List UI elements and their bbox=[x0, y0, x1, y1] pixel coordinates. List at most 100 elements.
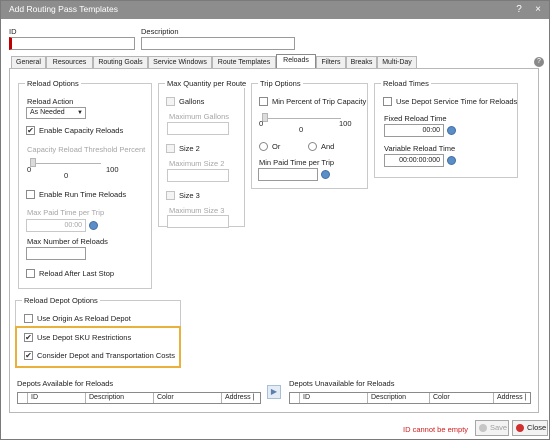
column-color[interactable]: Color bbox=[154, 393, 222, 403]
size2-checkbox[interactable]: Size 2 bbox=[166, 144, 200, 153]
max-gallons-field[interactable] bbox=[167, 122, 229, 135]
info-icon[interactable]: ? bbox=[534, 57, 544, 67]
use-depot-time-label: Use Depot Service Time for Reloads bbox=[396, 97, 518, 106]
checkbox-icon bbox=[259, 97, 268, 106]
column-address[interactable]: Address | bbox=[222, 393, 260, 403]
fixed-reload-field[interactable]: 00:00 bbox=[384, 124, 444, 137]
reload-action-value: As Needed bbox=[30, 109, 65, 116]
checkbox-icon bbox=[24, 314, 33, 323]
reload-times-title: Reload Times bbox=[381, 79, 431, 88]
dialog-window: Add Routing Pass Templates ? × ID Descri… bbox=[0, 0, 550, 440]
window-title: Add Routing Pass Templates bbox=[9, 4, 118, 14]
reload-options-title: Reload Options bbox=[25, 79, 81, 88]
column-description[interactable]: Description bbox=[368, 393, 430, 403]
max-paid-time-label: Max Paid Time per Trip bbox=[27, 208, 105, 217]
max-quantity-title: Max Quantity per Route bbox=[165, 79, 249, 88]
depots-unavailable-title: Depots Unavailable for Reloads bbox=[289, 379, 395, 388]
use-origin-label: Use Origin As Reload Depot bbox=[37, 314, 131, 323]
checkbox-checked-icon: ✔ bbox=[24, 333, 33, 342]
variable-reload-field[interactable]: 00:00:00:000 bbox=[384, 154, 444, 167]
help-icon[interactable]: ? bbox=[513, 4, 525, 16]
fixed-reload-label: Fixed Reload Time bbox=[384, 114, 447, 123]
size2-label: Size 2 bbox=[179, 144, 200, 153]
capacity-threshold-label: Capacity Reload Threshold Percent bbox=[27, 145, 146, 154]
enable-capacity-label: Enable Capacity Reloads bbox=[39, 126, 124, 135]
close-button[interactable]: Close bbox=[512, 420, 548, 436]
trip-slider-min: 0 bbox=[259, 119, 264, 128]
reload-after-last-checkbox[interactable]: Reload After Last Stop bbox=[26, 269, 114, 278]
min-percent-checkbox[interactable]: Min Percent of Trip Capacity bbox=[259, 97, 366, 106]
gallons-label: Gallons bbox=[179, 97, 205, 106]
size3-label: Size 3 bbox=[179, 191, 200, 200]
or-label: Or bbox=[272, 142, 281, 151]
checkbox-icon bbox=[166, 97, 175, 106]
capacity-slider-max: 100 bbox=[106, 165, 119, 174]
trip-slider-value: 0 bbox=[299, 125, 304, 134]
chevron-down-icon: ▼ bbox=[77, 110, 83, 116]
header-spacer bbox=[18, 393, 28, 403]
max-paid-time-field[interactable]: 00:00 bbox=[26, 219, 86, 232]
depots-unavailable-header: ID Description Color Address | bbox=[289, 392, 531, 404]
id-label: ID bbox=[9, 27, 17, 36]
capacity-slider-track[interactable] bbox=[31, 163, 101, 164]
column-id[interactable]: ID bbox=[300, 393, 368, 403]
max-size2-field[interactable] bbox=[167, 169, 229, 182]
min-percent-label: Min Percent of Trip Capacity bbox=[272, 97, 367, 106]
trip-slider-track[interactable] bbox=[263, 118, 341, 119]
use-sku-checkbox[interactable]: ✔ Use Depot SKU Restrictions bbox=[24, 333, 131, 342]
column-address[interactable]: Address | bbox=[494, 393, 530, 403]
tab-reloads[interactable]: Reloads bbox=[276, 54, 316, 69]
checkbox-icon bbox=[166, 144, 175, 153]
description-field[interactable] bbox=[141, 37, 295, 50]
clock-icon[interactable] bbox=[89, 221, 98, 230]
capacity-slider-value: 0 bbox=[64, 171, 69, 180]
close-icon[interactable]: × bbox=[532, 4, 544, 16]
use-depot-time-checkbox[interactable]: Use Depot Service Time for Reloads bbox=[383, 97, 517, 106]
checkbox-checked-icon: ✔ bbox=[24, 351, 33, 360]
max-reloads-label: Max Number of Reloads bbox=[27, 237, 108, 246]
depots-available-header: ID Description Color Address | bbox=[17, 392, 261, 404]
checkbox-icon bbox=[26, 269, 35, 278]
gallons-checkbox[interactable]: Gallons bbox=[166, 97, 204, 106]
close-circle-icon bbox=[516, 424, 524, 432]
reload-after-last-label: Reload After Last Stop bbox=[39, 269, 115, 278]
trip-slider-max: 100 bbox=[339, 119, 352, 128]
min-paid-time-label: Min Paid Time per Trip bbox=[259, 158, 335, 167]
title-bar[interactable]: Add Routing Pass Templates ? × bbox=[1, 1, 549, 19]
column-color[interactable]: Color bbox=[430, 393, 494, 403]
clock-icon[interactable] bbox=[447, 126, 456, 135]
clock-icon[interactable] bbox=[321, 170, 330, 179]
and-radio[interactable]: And bbox=[308, 142, 334, 151]
id-field[interactable] bbox=[9, 37, 135, 50]
enable-runtime-checkbox[interactable]: Enable Run Time Reloads bbox=[26, 190, 126, 199]
description-label: Description bbox=[141, 27, 179, 36]
clock-icon[interactable] bbox=[447, 156, 456, 165]
reload-action-select[interactable]: As Needed ▼ bbox=[26, 107, 86, 119]
save-icon bbox=[479, 424, 487, 432]
move-right-icon[interactable]: ▶ bbox=[267, 385, 281, 399]
save-button[interactable]: Save bbox=[475, 420, 509, 436]
column-id[interactable]: ID bbox=[28, 393, 86, 403]
error-message: ID cannot be empty bbox=[403, 425, 469, 434]
max-size3-field[interactable] bbox=[167, 215, 229, 228]
trip-options-title: Trip Options bbox=[258, 79, 303, 88]
enable-runtime-label: Enable Run Time Reloads bbox=[39, 190, 127, 199]
checkbox-icon bbox=[26, 190, 35, 199]
save-label: Save bbox=[490, 423, 508, 432]
min-paid-time-field[interactable] bbox=[258, 168, 318, 181]
enable-capacity-checkbox[interactable]: ✔ Enable Capacity Reloads bbox=[26, 126, 123, 135]
use-origin-checkbox[interactable]: Use Origin As Reload Depot bbox=[24, 314, 131, 323]
use-sku-label: Use Depot SKU Restrictions bbox=[37, 333, 132, 342]
checkbox-icon bbox=[166, 191, 175, 200]
max-size3-label: Maximum Size 3 bbox=[169, 206, 225, 215]
checkbox-checked-icon: ✔ bbox=[26, 126, 35, 135]
header-spacer bbox=[290, 393, 300, 403]
or-radio[interactable]: Or bbox=[259, 142, 280, 151]
consider-costs-checkbox[interactable]: ✔ Consider Depot and Transportation Cost… bbox=[24, 351, 175, 360]
size3-checkbox[interactable]: Size 3 bbox=[166, 191, 200, 200]
max-reloads-field[interactable] bbox=[26, 247, 86, 260]
consider-costs-label: Consider Depot and Transportation Costs bbox=[37, 351, 175, 360]
reload-depot-title: Reload Depot Options bbox=[22, 296, 100, 305]
capacity-slider-min: 0 bbox=[27, 165, 32, 174]
column-description[interactable]: Description bbox=[86, 393, 154, 403]
